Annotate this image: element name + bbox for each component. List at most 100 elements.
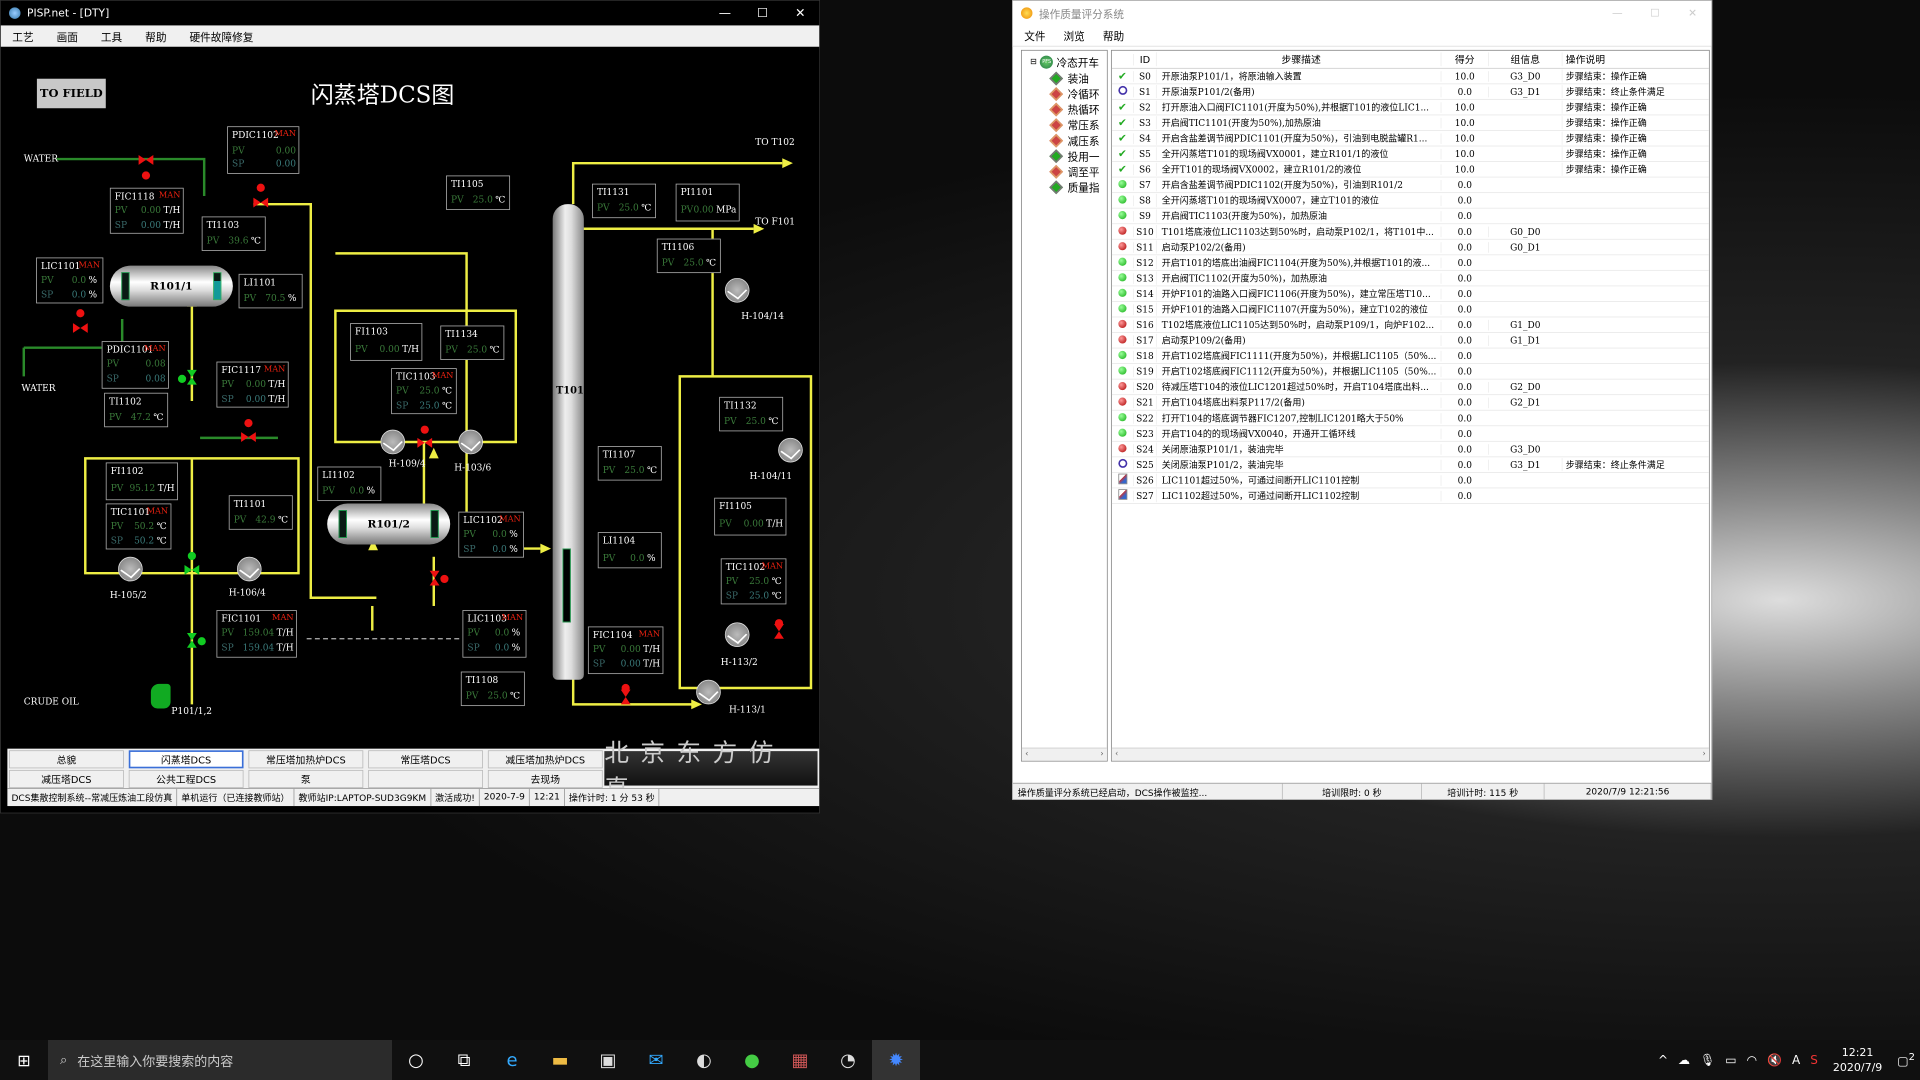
instrument-fic1117[interactable]: FIC1117 MAN PV 0.00 T/H SP 0.00 T/H <box>216 361 289 408</box>
collapse-icon[interactable]: ⊟ <box>1030 57 1037 66</box>
table-row[interactable]: S26 LIC1101超过50%，可通过间断开LIC1101控制 0.0 <box>1111 473 1709 489</box>
instrument-pi1101[interactable]: PI1101 PV 0.00 MPa <box>675 183 740 222</box>
cortana-icon[interactable]: ○ <box>392 1040 440 1080</box>
instrument-li1102[interactable]: LI1102 PV 0.0% <box>317 466 382 502</box>
pump-icon[interactable] <box>150 683 171 709</box>
start-button[interactable]: ⊞ <box>0 1040 48 1080</box>
control-valve-icon[interactable] <box>187 370 197 385</box>
table-row[interactable]: S10 T101塔底液位LIC1103达到50%时，启动泵P102/1，将T101… <box>1111 224 1709 240</box>
minimize-button[interactable]: — <box>706 6 744 21</box>
tree-horizontal-scrollbar[interactable]: ‹ › <box>1021 747 1107 761</box>
table-row[interactable]: S18 开启T102塔底阀FIC1111(开度为50%)，并根据LIC1105（5… <box>1111 348 1709 365</box>
scroll-right-icon[interactable]: › <box>1100 749 1103 760</box>
store-icon[interactable]: ▣ <box>584 1040 632 1080</box>
col-group[interactable]: 组信息 <box>1488 52 1562 67</box>
table-row[interactable]: S24 关闭原油泵P101/1，装油完毕 0.0 G3_D0 <box>1111 442 1709 458</box>
tree-node[interactable]: 质量指 <box>1049 179 1100 195</box>
heat-exchanger-icon[interactable] <box>724 622 750 647</box>
app-icon[interactable]: ▦ <box>776 1040 824 1080</box>
instrument-pdic1102[interactable]: PDIC1102 MAN PV 0.00 SP 0.00 <box>227 126 300 174</box>
antivirus-icon[interactable]: S <box>1810 1053 1818 1067</box>
menu-tools[interactable]: 工具 <box>101 28 122 44</box>
table-horizontal-scrollbar[interactable]: ‹ › <box>1111 747 1709 761</box>
instrument-li1104[interactable]: LI1104 PV 0.0% <box>597 532 662 569</box>
instrument-tic1103[interactable]: TIC1103 MAN PV 25.0 ℃ SP 25.0 ℃ <box>391 368 457 415</box>
instrument-lic1101[interactable]: LIC1101 MAN PV 0.0% SP 0.0% <box>36 257 104 304</box>
heat-exchanger-icon[interactable] <box>724 277 750 303</box>
menu-browse[interactable]: 浏览 <box>1064 28 1085 43</box>
maximize-button[interactable]: ☐ <box>744 6 782 21</box>
tree-node[interactable]: 常压系 <box>1049 117 1100 133</box>
instrument-ti1108[interactable]: TI1108 PV 25.0 ℃ <box>460 671 525 707</box>
close-button[interactable]: ✕ <box>781 6 819 21</box>
col-score[interactable]: 得分 <box>1440 52 1488 67</box>
table-row[interactable]: S14 开炉F101的油路入口阀FIC1106(开度为50%)，建立常压塔T10.… <box>1111 286 1709 302</box>
instrument-ti1101[interactable]: TI1101 PV 42.9 ℃ <box>228 495 293 530</box>
instrument-ti1105[interactable]: TI1105 PV 25.0 ℃ <box>446 175 511 210</box>
heat-exchanger-icon[interactable] <box>458 429 483 455</box>
file-explorer-icon[interactable]: ▬ <box>536 1040 584 1080</box>
tree-node[interactable]: 热循环 <box>1049 101 1100 117</box>
table-row[interactable]: ✔ S2 打开原油入口阀FIC1101(开度为50%),并根据T101的液位LIC1… <box>1111 100 1709 116</box>
tree-node[interactable]: 冷循环 <box>1049 86 1100 101</box>
table-row[interactable]: S16 T102塔底液位LIC1105达到50%时，启动泵P109/1，向炉F10… <box>1111 317 1709 333</box>
edge-icon[interactable]: e <box>488 1040 536 1080</box>
microphone-icon[interactable]: 🎙 <box>1700 1053 1715 1067</box>
ime-indicator[interactable]: A <box>1792 1053 1800 1067</box>
taskbar-clock[interactable]: 12:21 2020/7/9 <box>1833 1045 1882 1075</box>
table-row[interactable]: S25 关闭原油泵P101/2，装油完毕 0.0 G3_D1 步骤结束：终止条件满足 <box>1111 457 1709 473</box>
control-valve-icon[interactable] <box>430 571 440 586</box>
table-row[interactable]: ✔ S5 全开闪蒸塔T101的现场阀VX0001，建立R101/1的液位 10.0 步骤… <box>1111 146 1709 162</box>
control-valve-icon[interactable] <box>184 564 200 575</box>
scroll-left-icon[interactable]: ‹ <box>1115 749 1118 760</box>
notification-center-icon[interactable]: ▢2 <box>1897 1052 1915 1068</box>
to-field-button[interactable]: TO FIELD <box>36 78 106 109</box>
nav-atm-tower-dcs[interactable]: 常压塔DCS <box>368 750 483 769</box>
table-row[interactable]: S15 开炉F101的油路入口阀FIC1107(开度为50%)，建立T102的液位… <box>1111 302 1709 318</box>
nav-flash-tower-dcs[interactable]: 闪蒸塔DCS <box>128 750 244 769</box>
task-view-icon[interactable]: ⧉ <box>440 1040 488 1080</box>
taskbar-search[interactable]: ⌕ 在这里输入你要搜索的内容 <box>48 1040 392 1080</box>
tree-node[interactable]: 调至平 <box>1049 164 1100 179</box>
table-row[interactable]: ✔ S4 开启含盐差调节阀PDIC1101(开度为50%)，引油到电脱盐罐R1...… <box>1111 131 1709 147</box>
instrument-fic1101[interactable]: FIC1101 MAN PV 159.04 T/H SP 159.04 T/H <box>216 610 297 658</box>
tree-node[interactable]: 投用一 <box>1049 148 1100 164</box>
instrument-fi1102[interactable]: FI1102 PV 95.12 T/H <box>105 462 178 501</box>
nav-empty[interactable] <box>368 769 483 789</box>
nav-overview[interactable]: 总貌 <box>9 750 124 769</box>
instrument-ti1107[interactable]: TI1107 PV 25.0 ℃ <box>597 446 662 481</box>
table-row[interactable]: S13 开启阀TIC1102(开度为50%)，加热原油 0.0 <box>1111 271 1709 287</box>
table-row[interactable]: S19 开启T102塔底阀FIC1112(开度为50%)，并根据LIC1105（5… <box>1111 364 1709 380</box>
heat-exchanger-icon[interactable] <box>778 437 803 463</box>
instrument-ti1102[interactable]: TI1102 PV 47.2 ℃ <box>104 392 169 428</box>
control-valve-icon[interactable] <box>187 633 197 648</box>
wifi-icon[interactable]: ◠ <box>1747 1053 1757 1067</box>
menu-screen[interactable]: 画面 <box>57 28 78 44</box>
control-valve-icon[interactable] <box>72 323 88 333</box>
tree-node[interactable]: 减压系 <box>1049 133 1100 148</box>
minimize-button[interactable]: — <box>1599 7 1637 19</box>
instrument-ti1103[interactable]: TI1103 PV 39.6 ℃ <box>201 216 266 251</box>
instrument-fi1103[interactable]: FI1103 PV 0.00 T/H <box>350 323 423 361</box>
table-row[interactable]: S8 全开闪蒸塔T101的现场阀VX0007，建立T101的液位 0.0 <box>1111 193 1709 209</box>
app-icon[interactable]: ◔ <box>824 1040 872 1080</box>
instrument-ti1134[interactable]: TI1134 PV 25.0 ℃ <box>440 325 505 360</box>
mail-icon[interactable]: ✉ <box>632 1040 680 1080</box>
browser-icon[interactable]: ● <box>728 1040 776 1080</box>
vessel-r101-1[interactable]: R101/1 <box>109 265 233 307</box>
table-row[interactable]: S9 开启阀TIC1103(开度为50%)，加热原油 0.0 <box>1111 209 1709 225</box>
tower-t101[interactable]: T101 <box>552 204 584 680</box>
instrument-tic1102[interactable]: TIC1102 MAN PV 25.0 ℃ SP 25.0 ℃ <box>720 558 787 605</box>
table-row[interactable]: S22 打开T104的塔底调节器FIC1207,控制LIC1201略大于50% 0.… <box>1111 411 1709 427</box>
instrument-lic1103[interactable]: LIC1103 MAN PV 0.0% SP 0.0% <box>462 610 527 658</box>
instrument-ti1131[interactable]: TI1131 PV 25.0 ℃ <box>592 183 656 219</box>
nav-to-field[interactable]: 去现场 <box>487 769 603 789</box>
scroll-left-icon[interactable]: ‹ <box>1025 749 1028 760</box>
instrument-pdic1101[interactable]: PDIC1101 MAN PV 0.08 SP 0.08 <box>101 341 169 389</box>
col-id[interactable]: ID <box>1133 53 1156 66</box>
nav-atm-furnace-dcs[interactable]: 常压塔加热炉DCS <box>248 750 364 769</box>
table-row[interactable]: S12 开启T101的塔底出油阀FIC1104(开度为50%),并根据T101的液… <box>1111 255 1709 271</box>
instrument-tic1101[interactable]: TIC1101 MAN PV 50.2 ℃ SP 50.2 ℃ <box>105 503 172 550</box>
instrument-li1101[interactable]: LI1101 PV 70.5% <box>238 273 303 309</box>
heat-exchanger-icon[interactable] <box>118 556 143 582</box>
